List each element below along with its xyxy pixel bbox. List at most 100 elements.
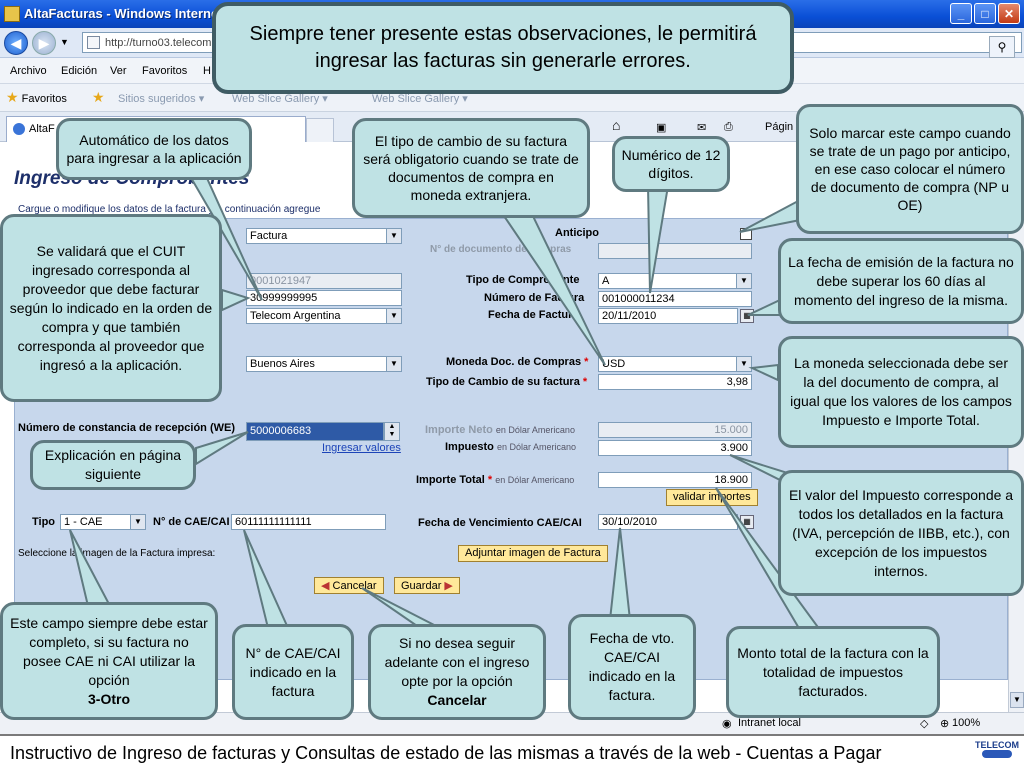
favorites-button[interactable]: ★ Favoritos <box>6 89 67 106</box>
tipo-value: 1 - CAE <box>64 516 103 528</box>
guardar-button[interactable]: Guardar ▶ <box>394 577 460 594</box>
chevron-down-icon: ▼ <box>386 229 401 243</box>
constancia-field[interactable]: 5000006683 <box>246 422 384 441</box>
cuit-field[interactable]: 30999999995 <box>246 290 402 306</box>
moneda-label: Moneda Doc. de Compras * <box>446 356 589 368</box>
proveedor-select[interactable]: Telecom Argentina ▼ <box>246 308 402 324</box>
importe-neto-field[interactable]: 15.000 <box>598 422 752 438</box>
provincia-select[interactable]: Buenos Aires ▼ <box>246 356 402 372</box>
chevron-down-icon: ▼ <box>736 357 751 371</box>
home-icon[interactable]: ⌂ <box>612 117 620 133</box>
callout-campo-completo: Este campo siempre debe estar completo, … <box>0 602 218 720</box>
menu-favoritos[interactable]: Favoritos <box>142 65 187 77</box>
fecha-factura-field[interactable]: 20/11/2010 <box>598 308 738 324</box>
importe-neto-label-text: Importe Neto <box>425 424 493 436</box>
imagen-label: Seleccione la imagen de la Factura impre… <box>18 548 216 559</box>
callout-campo-completo-text: Este campo siempre debe estar completo, … <box>10 614 208 688</box>
globe-icon: ◉ <box>722 718 732 730</box>
callout-monto-total: Monto total de la factura con la totalid… <box>726 626 940 718</box>
cae-field[interactable]: 60111111111111 <box>231 514 386 530</box>
zoom-level[interactable]: 100% <box>952 717 980 729</box>
adjuntar-imagen-button[interactable]: Adjuntar imagen de Factura <box>458 545 608 562</box>
new-tab-button[interactable] <box>306 118 334 142</box>
fecha-vto-field[interactable]: 30/10/2010 <box>598 514 738 530</box>
print-icon[interactable]: ⎙ <box>724 121 733 134</box>
nro-documento-field[interactable] <box>598 243 752 259</box>
history-dropdown-icon[interactable]: ▼ <box>60 37 69 47</box>
tipo-cambio-field[interactable]: 3,98 <box>598 374 752 390</box>
footer-text: Instructivo de Ingreso de facturas y Con… <box>10 743 882 763</box>
ingresar-valores-link[interactable]: Ingresar valores <box>322 442 401 454</box>
tipo-comprobante-select[interactable]: A ▼ <box>598 273 752 289</box>
callout-fecha-emision: La fecha de emisión de la factura no deb… <box>778 238 1024 324</box>
callout-moneda: La moneda seleccionada debe ser la del d… <box>778 336 1024 448</box>
add-favorite-icon[interactable]: ★ <box>92 89 105 106</box>
slide-footer: Instructivo de Ingreso de facturas y Con… <box>0 734 1024 768</box>
tipo-cambio-label: Tipo de Cambio de su factura * <box>426 376 588 388</box>
calendar-icon[interactable]: ▦ <box>740 515 754 529</box>
mail-icon[interactable]: ✉ <box>697 121 706 134</box>
nro-documento-label: N° de documento de compras <box>430 244 572 255</box>
chevron-down-icon: ▼ <box>386 309 401 323</box>
cancel-arrow-icon: ◀ <box>321 580 330 592</box>
logo-text: TELECOM <box>975 740 1019 750</box>
tipo-comprobante-label: Tipo de Comprobante <box>466 274 580 286</box>
moneda-select[interactable]: USD ▼ <box>598 356 752 372</box>
page-menu[interactable]: Págin <box>765 121 793 133</box>
minimize-button[interactable]: _ <box>950 3 972 24</box>
chevron-down-icon: ▼ <box>386 357 401 371</box>
codigo-field[interactable]: 0001021947 <box>246 273 402 289</box>
menu-archivo[interactable]: Archivo <box>10 65 47 77</box>
moneda-value: USD <box>602 358 626 370</box>
callout-anticipo: Solo marcar este campo cuando se trate d… <box>796 104 1024 234</box>
scroll-down-icon[interactable]: ▼ <box>1010 692 1024 708</box>
callout-impuesto: El valor del Impuesto corresponde a todo… <box>778 470 1024 596</box>
callout-explicacion: Explicación en página siguiente <box>30 440 196 490</box>
importe-total-label-text: Importe Total <box>416 474 485 486</box>
callout-fecha-vto: Fecha de vto. CAE/CAI indicado en la fac… <box>568 614 696 720</box>
chevron-down-icon: ▼ <box>736 274 751 288</box>
importe-total-label: Importe Total * en Dólar Americano <box>416 474 575 486</box>
zone-text: Intranet local <box>738 717 801 729</box>
url-text: http://turno03.telecom <box>105 37 212 49</box>
proveedor-tipo-select[interactable]: Factura ▼ <box>246 228 402 244</box>
cancelar-label: Cancelar <box>332 580 377 592</box>
anticipo-checkbox[interactable] <box>740 228 752 240</box>
suggested-sites-link[interactable]: Sitios sugeridos ▾ <box>118 92 204 105</box>
favorites-label: Favoritos <box>21 93 67 105</box>
callout-nro-cae: N° de CAE/CAI indicado en la factura <box>232 624 354 720</box>
chevron-down-icon: ▼ <box>130 515 145 529</box>
callout-automatico: Automático de los datos para ingresar a … <box>56 118 252 180</box>
constancia-spinner[interactable]: ▲ ▼ <box>384 422 400 441</box>
feeds-icon[interactable]: ▣ <box>656 121 666 134</box>
ie-page-icon <box>13 123 25 135</box>
protected-mode-icon: ◇ <box>920 718 929 730</box>
save-arrow-icon: ▶ <box>444 580 453 592</box>
impuesto-field[interactable]: 3.900 <box>598 440 752 456</box>
star-icon: ★ <box>6 89 19 105</box>
forward-arrow-icon[interactable]: ▶ <box>32 31 56 55</box>
validar-importes-button[interactable]: validar importes <box>666 489 758 506</box>
menu-edicion[interactable]: Edición <box>61 65 97 77</box>
cancelar-button[interactable]: ◀ Cancelar <box>314 577 384 594</box>
callout-tipo-cambio: El tipo de cambio de su factura será obl… <box>352 118 590 218</box>
callout-campo-completo-option: 3-Otro <box>88 690 130 707</box>
calendar-icon[interactable]: ▦ <box>740 309 754 323</box>
importe-total-field[interactable]: 18.900 <box>598 472 752 488</box>
search-icon[interactable]: ⚲ <box>989 36 1015 58</box>
menu-ver[interactable]: Ver <box>110 65 127 77</box>
close-button[interactable]: ✕ <box>998 3 1020 24</box>
numero-factura-field[interactable]: 001000011234 <box>598 291 752 307</box>
tipo-select[interactable]: 1 - CAE ▼ <box>60 514 146 530</box>
page-icon <box>87 36 100 49</box>
moneda-label-text: Moneda Doc. de Compras <box>446 356 582 368</box>
callout-cancelar: Si no desea seguir adelante con el ingre… <box>368 624 546 720</box>
maximize-button[interactable]: □ <box>974 3 996 24</box>
tipo-label: Tipo <box>32 516 56 528</box>
menu-ayuda[interactable]: H <box>203 65 211 77</box>
anticipo-label: Anticipo <box>555 227 599 239</box>
tipo-comprobante-value: A <box>602 275 610 287</box>
currency-note: en Dólar Americano <box>495 425 575 435</box>
back-arrow-icon[interactable]: ◀ <box>4 31 28 55</box>
numero-factura-label: Número de Factura <box>484 292 585 304</box>
